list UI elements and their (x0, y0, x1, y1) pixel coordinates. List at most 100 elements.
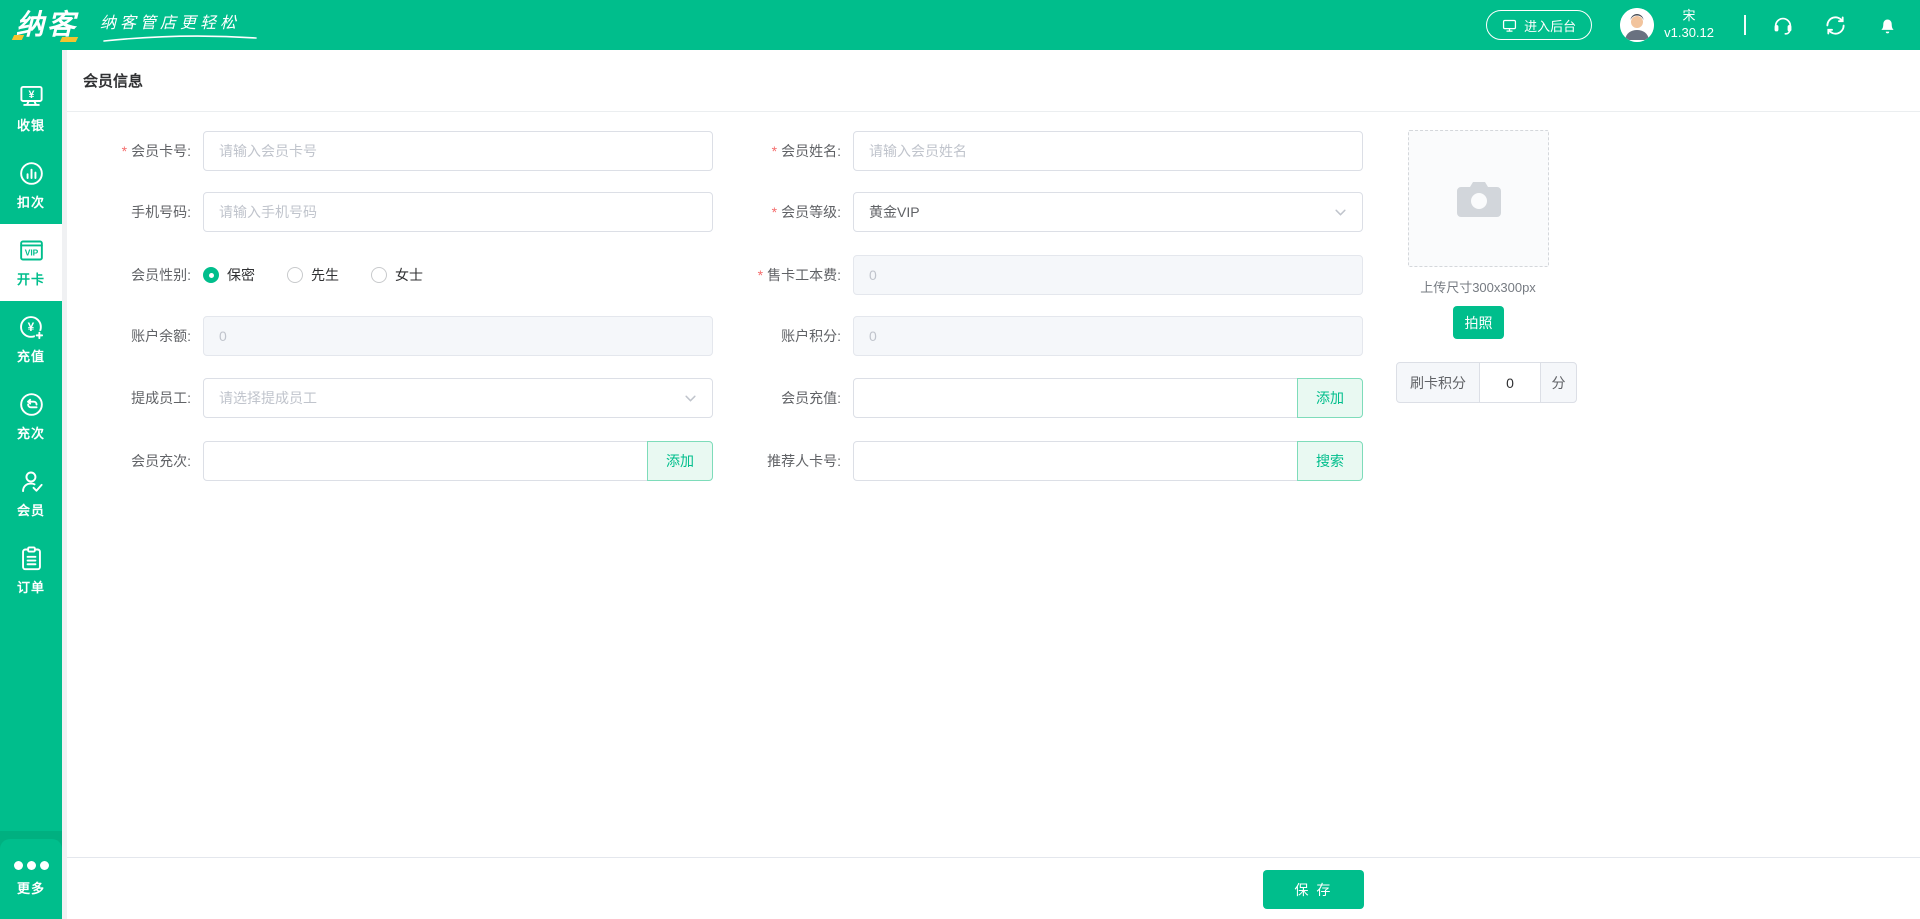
member-name-input[interactable] (853, 131, 1363, 171)
field-label: 推荐人卡号: (717, 451, 853, 471)
referrer-search-button[interactable]: 搜索 (1297, 441, 1363, 481)
card-fee-input[interactable] (853, 255, 1363, 295)
recharge-count-add-button[interactable]: 添加 (647, 441, 713, 481)
balance-input[interactable] (203, 316, 713, 356)
field-label: 账户余额: (87, 326, 203, 346)
sidebar-item-orders[interactable]: 订单 (0, 532, 62, 609)
required-marker: * (772, 143, 777, 159)
main-content: 会员信息 * 会员卡号: * 会员姓名: 手机号码: * 会员等级: 黄金VIP (67, 50, 1920, 919)
sidebar-item-cashier[interactable]: ¥ 收银 (0, 70, 62, 147)
top-header: 纳客 纳客管店更轻松 进入后台 宋 v1.30.12 (0, 0, 1920, 50)
field-card-fee: * 售卡工本费: (717, 255, 1363, 295)
sidebar-item-recharge-count[interactable]: 充次 (0, 378, 62, 455)
member-level-select[interactable]: 黄金VIP (853, 192, 1363, 232)
chevron-down-icon (684, 392, 697, 405)
recharge-count-combo: 添加 (203, 441, 713, 481)
avatar[interactable] (1620, 8, 1654, 42)
cashier-monitor-icon: ¥ (18, 83, 45, 110)
deduct-count-icon (18, 160, 45, 187)
referrer-card-no-input[interactable] (853, 441, 1298, 481)
field-member-name: * 会员姓名: (717, 131, 1363, 171)
page-title-bar: 会员信息 (67, 50, 1920, 112)
avatar-image (1620, 8, 1654, 42)
sidebar-item-label: 开卡 (17, 269, 45, 288)
ellipsis-icon (14, 861, 49, 870)
points-input[interactable] (853, 316, 1363, 356)
field-member-recharge: 会员充值: 添加 (717, 378, 1363, 418)
username: 宋 (1664, 8, 1714, 25)
member-icon (18, 468, 45, 495)
sidebar-item-member[interactable]: 会员 (0, 455, 62, 532)
sidebar-more-button[interactable]: 更多 (0, 839, 62, 919)
take-photo-button[interactable]: 拍照 (1453, 306, 1504, 339)
gender-radio-secret[interactable]: 保密 (203, 265, 255, 285)
slogan-underline (100, 33, 260, 43)
required-marker: * (772, 204, 777, 220)
field-label: * 会员卡号: (87, 141, 203, 161)
logo-text: 纳客 (16, 9, 78, 40)
slogan-text: 纳客管店更轻松 (100, 15, 240, 32)
bell-icon[interactable] (1877, 15, 1898, 36)
sidebar-item-label: 会员 (17, 500, 45, 519)
svg-text:¥: ¥ (27, 320, 34, 334)
header-divider (1744, 15, 1746, 35)
recharge-count-icon (18, 391, 45, 418)
photo-upload-box[interactable] (1408, 130, 1549, 267)
recharge-icon: ¥ (18, 314, 45, 341)
sidebar-item-recharge[interactable]: ¥ 充值 (0, 301, 62, 378)
swipe-points-input[interactable] (1479, 363, 1541, 402)
header-actions: 进入后台 宋 v1.30.12 (1486, 8, 1920, 42)
footer-bar: 保 存 (67, 857, 1920, 919)
commission-staff-select[interactable]: 请选择提成员工 (203, 378, 713, 418)
member-recharge-input[interactable] (853, 378, 1298, 418)
enter-backend-button[interactable]: 进入后台 (1486, 10, 1592, 40)
member-card-no-input[interactable] (203, 131, 713, 171)
sidebar-item-label: 充次 (17, 423, 45, 442)
customer-service-icon[interactable] (1772, 14, 1794, 36)
swipe-points-label: 刷卡积分 (1397, 363, 1479, 402)
commission-staff-placeholder: 请选择提成员工 (219, 388, 317, 408)
required-marker: * (122, 143, 127, 159)
swipe-points-unit: 分 (1541, 363, 1576, 402)
svg-text:VIP: VIP (24, 248, 38, 258)
recharge-add-button[interactable]: 添加 (1297, 378, 1363, 418)
sidebar-item-label: 扣次 (17, 192, 45, 211)
monitor-icon (1502, 18, 1517, 33)
logo-accent (60, 37, 78, 42)
sidebar-nav: ¥ 收银 扣次 VIP 开卡 ¥ (0, 50, 62, 919)
field-phone: 手机号码: (87, 192, 713, 232)
gender-radio-group: 保密 先生 女士 (203, 265, 455, 285)
field-label: 会员性别: (87, 265, 203, 285)
field-label: * 售卡工本费: (717, 265, 853, 285)
field-label: 手机号码: (87, 202, 203, 222)
sidebar-item-label: 订单 (17, 577, 45, 596)
camera-icon (1456, 179, 1502, 219)
gender-radio-ms[interactable]: 女士 (371, 265, 423, 285)
page-title: 会员信息 (83, 70, 143, 91)
app-logo: 纳客 (16, 11, 78, 39)
svg-text:¥: ¥ (28, 89, 34, 101)
gender-radio-mr[interactable]: 先生 (287, 265, 339, 285)
vip-card-icon: VIP (18, 237, 45, 264)
sidebar-item-open-card[interactable]: VIP 开卡 (0, 224, 62, 301)
field-balance: 账户余额: (87, 316, 713, 356)
sidebar-item-label: 充值 (17, 346, 45, 365)
slogan: 纳客管店更轻松 (100, 9, 240, 41)
field-commission-staff: 提成员工: 请选择提成员工 (87, 378, 713, 418)
save-button[interactable]: 保 存 (1263, 870, 1364, 909)
field-label: * 会员等级: (717, 202, 853, 222)
field-member-card-no: * 会员卡号: (87, 131, 713, 171)
field-referrer-card-no: 推荐人卡号: 搜索 (717, 441, 1363, 481)
member-recharge-count-input[interactable] (203, 441, 648, 481)
phone-input[interactable] (203, 192, 713, 232)
app-version: v1.30.12 (1664, 25, 1714, 42)
user-info: 宋 v1.30.12 (1664, 8, 1714, 42)
field-points: 账户积分: (717, 316, 1363, 356)
order-icon (18, 545, 45, 572)
field-label: 会员充值: (717, 388, 853, 408)
sidebar-items: ¥ 收银 扣次 VIP 开卡 ¥ (0, 70, 62, 609)
radio-dot (203, 267, 219, 283)
sync-icon[interactable] (1824, 14, 1847, 37)
sidebar-item-deduct-count[interactable]: 扣次 (0, 147, 62, 224)
field-label: 账户积分: (717, 326, 853, 346)
